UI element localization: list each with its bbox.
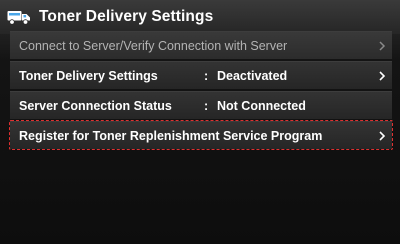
server-connection-status-label: Server Connection Status — [19, 98, 172, 113]
register-replenishment-label: Register for Toner Replenishment Service… — [19, 128, 323, 143]
connect-verify-server-item[interactable]: Connect to Server/Verify Connection with… — [10, 31, 392, 59]
toner-delivery-settings-item[interactable]: Toner Delivery Settings : Deactivated — [10, 61, 392, 89]
toner-delivery-settings-colon: : — [204, 68, 209, 83]
connect-verify-server-label: Connect to Server/Verify Connection with… — [19, 38, 288, 53]
chevron-right-icon — [379, 40, 386, 51]
chevron-right-icon — [379, 70, 386, 81]
toner-delivery-screen: Toner Delivery Settings Connect to Serve… — [0, 0, 400, 244]
title-bar: Toner Delivery Settings — [0, 0, 400, 34]
server-connection-status-value: Not Connected — [217, 98, 306, 113]
server-connection-status-item: Server Connection Status : Not Connected — [10, 91, 392, 119]
server-connection-status-colon: : — [204, 98, 209, 113]
delivery-truck-icon — [7, 11, 30, 25]
page-title: Toner Delivery Settings — [39, 8, 214, 25]
chevron-right-icon — [379, 130, 386, 141]
toner-delivery-settings-label: Toner Delivery Settings — [19, 68, 158, 83]
register-replenishment-item[interactable]: Register for Toner Replenishment Service… — [10, 121, 392, 149]
settings-list: Connect to Server/Verify Connection with… — [10, 31, 392, 151]
toner-delivery-settings-value: Deactivated — [217, 68, 288, 83]
